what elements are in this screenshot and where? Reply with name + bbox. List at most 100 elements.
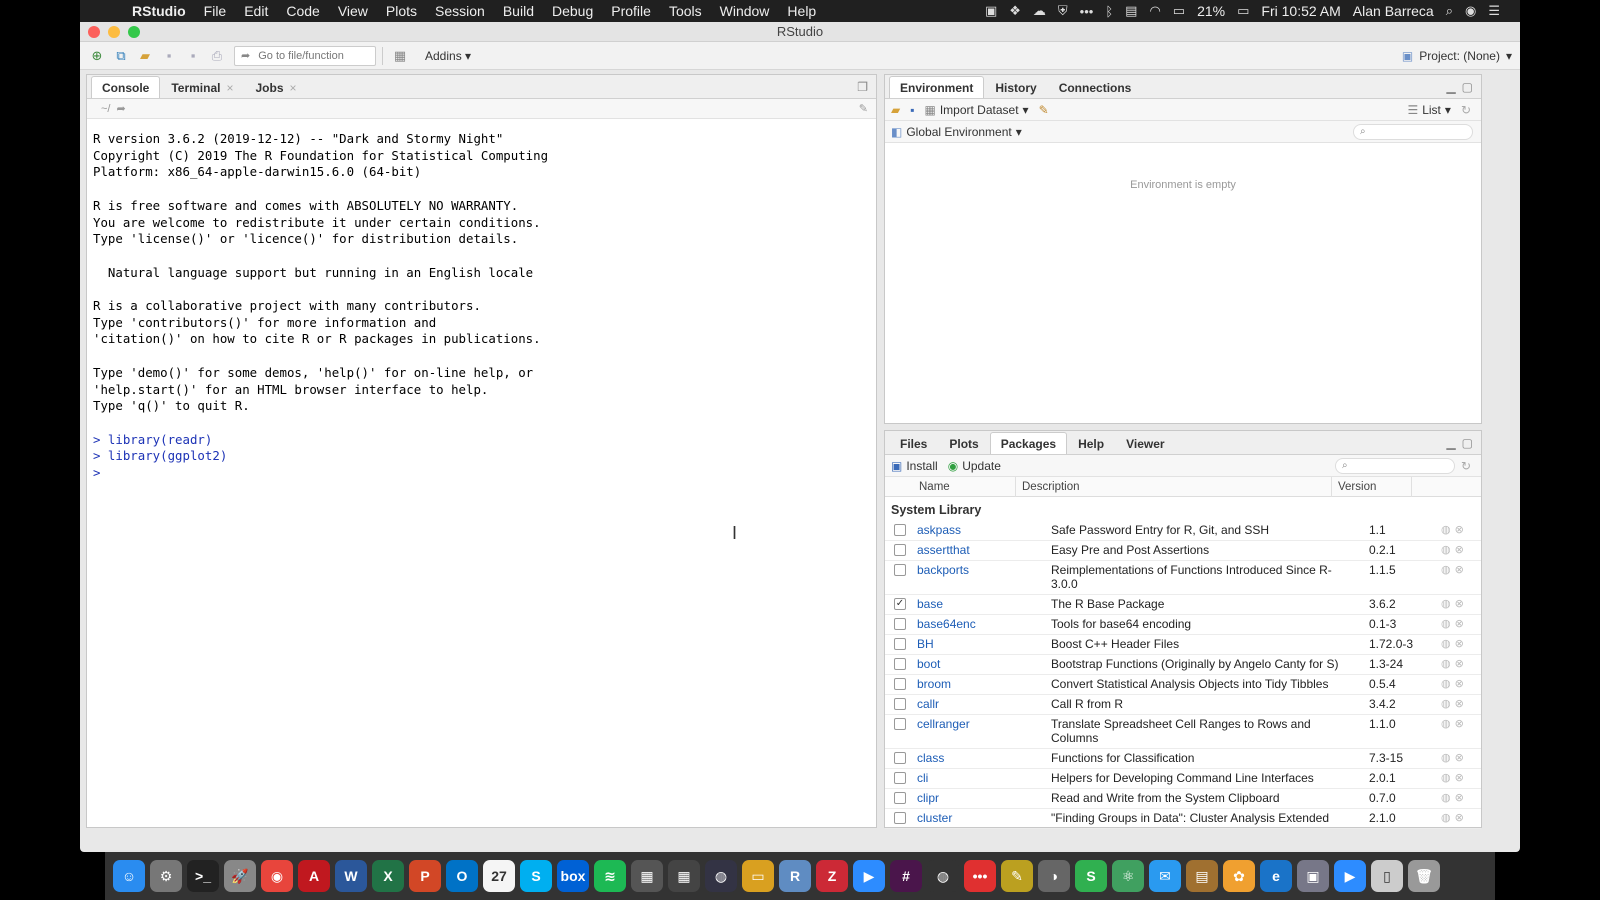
dock-grid-app-2-icon[interactable]: ▦: [668, 860, 700, 892]
dock-spotify-icon[interactable]: ≋: [594, 860, 626, 892]
menu-plots[interactable]: Plots: [386, 3, 417, 19]
new-project-icon[interactable]: ⧉: [110, 46, 132, 66]
remove-package-icon[interactable]: ⊗: [1455, 697, 1464, 711]
dock-photos-icon[interactable]: ✿: [1223, 860, 1255, 892]
dock-chrome-icon[interactable]: ◉: [261, 860, 293, 892]
package-load-checkbox[interactable]: [885, 751, 915, 764]
dock-messages-icon[interactable]: ✉: [1149, 860, 1181, 892]
dock-finder-icon[interactable]: ☺: [113, 860, 145, 892]
close-window-button[interactable]: [88, 25, 100, 38]
package-name-link[interactable]: boot: [915, 657, 1047, 671]
package-name-link[interactable]: base64enc: [915, 617, 1047, 631]
pane-layout-icon[interactable]: ▦: [389, 46, 411, 66]
go-to-dir-icon[interactable]: ➦: [116, 102, 125, 115]
battery-icon[interactable]: ▭: [1237, 3, 1249, 19]
dock-preview-icon[interactable]: ▣: [1297, 860, 1329, 892]
restore-pane-icon[interactable]: ❐: [857, 80, 868, 94]
globe-icon[interactable]: ◍: [1441, 543, 1451, 557]
dock-outlook-icon[interactable]: O: [446, 860, 478, 892]
global-environment-menu[interactable]: ◧ Global Environment ▾: [891, 125, 1022, 139]
load-workspace-icon[interactable]: ▰: [891, 103, 900, 117]
import-dataset-button[interactable]: ▦ Import Dataset ▾: [925, 103, 1029, 117]
globe-icon[interactable]: ◍: [1441, 811, 1451, 825]
close-tab-icon[interactable]: ×: [226, 81, 233, 95]
tab-environment[interactable]: Environment: [889, 76, 985, 98]
package-load-checkbox[interactable]: [885, 617, 915, 630]
more-dots-icon[interactable]: •••: [1080, 4, 1094, 19]
globe-icon[interactable]: ◍: [1441, 523, 1451, 537]
checkbox-box[interactable]: [894, 658, 906, 670]
open-file-icon[interactable]: ▰: [134, 46, 156, 66]
minimize-window-button[interactable]: [108, 25, 120, 38]
remove-package-icon[interactable]: ⊗: [1455, 523, 1464, 537]
keyboard-icon[interactable]: ▤: [1125, 3, 1137, 19]
dock-globe-icon[interactable]: ◍: [705, 860, 737, 892]
package-load-checkbox[interactable]: [885, 523, 915, 536]
go-to-file-input[interactable]: ➦ Go to file/function: [234, 45, 376, 66]
package-load-checkbox[interactable]: [885, 791, 915, 804]
checkbox-box[interactable]: [894, 718, 906, 730]
column-header-description[interactable]: Description: [1015, 476, 1331, 497]
dock-switch-icon[interactable]: ◑: [1038, 860, 1070, 892]
menu-debug[interactable]: Debug: [552, 3, 593, 19]
menu-app-name[interactable]: RStudio: [132, 3, 186, 19]
dock-edge-icon[interactable]: e: [1260, 860, 1292, 892]
clear-workspace-icon[interactable]: ✎: [1039, 103, 1049, 117]
battery-percent[interactable]: 21%: [1197, 3, 1225, 19]
checkbox-box[interactable]: [894, 698, 906, 710]
dock-powerpoint-icon[interactable]: P: [409, 860, 441, 892]
dock-system-preferences-icon[interactable]: ⚙: [150, 860, 182, 892]
tab-plots[interactable]: Plots: [938, 432, 989, 454]
package-load-checkbox[interactable]: [885, 637, 915, 650]
checkbox-box[interactable]: [894, 812, 906, 824]
dock-skype-icon[interactable]: S: [520, 860, 552, 892]
remove-package-icon[interactable]: ⊗: [1455, 563, 1464, 577]
checkbox-box[interactable]: [894, 524, 906, 536]
view-mode-menu[interactable]: ☰ List ▾: [1407, 103, 1450, 117]
checkbox-box[interactable]: [894, 638, 906, 650]
dock-zoom-icon[interactable]: ▶: [853, 860, 885, 892]
dock-grid-app-icon[interactable]: ▦: [631, 860, 663, 892]
package-load-checkbox[interactable]: [885, 771, 915, 784]
shield-icon[interactable]: ⛨: [1058, 3, 1068, 19]
dock-slack-icon[interactable]: #: [890, 860, 922, 892]
dock-box-icon[interactable]: box: [557, 860, 589, 892]
globe-icon[interactable]: ◍: [1441, 597, 1451, 611]
siri-icon[interactable]: ◉: [1465, 3, 1476, 19]
package-load-checkbox[interactable]: [885, 811, 915, 824]
package-name-link[interactable]: base: [915, 597, 1047, 611]
spotlight-icon[interactable]: ⌕: [1446, 3, 1453, 19]
remove-package-icon[interactable]: ⊗: [1455, 677, 1464, 691]
menu-file[interactable]: File: [204, 3, 227, 19]
checkbox-box[interactable]: [894, 544, 906, 556]
checkbox-box[interactable]: [894, 564, 906, 576]
remove-package-icon[interactable]: ⊗: [1455, 717, 1464, 731]
tab-console[interactable]: Console: [91, 76, 161, 98]
dock-excel-icon[interactable]: X: [372, 860, 404, 892]
save-all-icon[interactable]: ▪: [182, 46, 204, 66]
remove-package-icon[interactable]: ⊗: [1455, 811, 1464, 825]
globe-icon[interactable]: ◍: [1441, 751, 1451, 765]
menu-build[interactable]: Build: [503, 3, 534, 19]
package-name-link[interactable]: broom: [915, 677, 1047, 691]
project-menu[interactable]: ▣ Project: (None) ▾: [1402, 49, 1512, 63]
menu-edit[interactable]: Edit: [244, 3, 268, 19]
tab-terminal[interactable]: Terminal ×: [160, 76, 244, 98]
screen-record-icon[interactable]: ▣: [985, 3, 997, 19]
addins-menu[interactable]: Addins ▾: [425, 49, 471, 63]
console-output[interactable]: R version 3.6.2 (2019-12-12) -- "Dark an…: [87, 119, 876, 494]
package-name-link[interactable]: cli: [915, 771, 1047, 785]
minimize-pane-icon[interactable]: ▁: [1446, 436, 1455, 450]
window-titlebar[interactable]: RStudio: [80, 22, 1520, 42]
remove-package-icon[interactable]: ⊗: [1455, 751, 1464, 765]
globe-icon[interactable]: ◍: [1441, 563, 1451, 577]
dock-trash-icon[interactable]: 🗑: [1408, 860, 1440, 892]
globe-icon[interactable]: ◍: [1441, 717, 1451, 731]
remove-package-icon[interactable]: ⊗: [1455, 791, 1464, 805]
globe-icon[interactable]: ◍: [1441, 657, 1451, 671]
package-load-checkbox[interactable]: ✓: [885, 597, 915, 610]
menu-view[interactable]: View: [338, 3, 368, 19]
checkbox-box[interactable]: [894, 772, 906, 784]
package-name-link[interactable]: cluster: [915, 811, 1047, 825]
clear-console-icon[interactable]: ✎: [859, 102, 868, 115]
